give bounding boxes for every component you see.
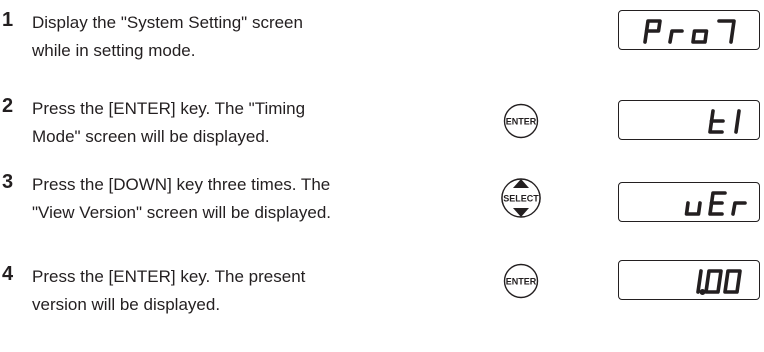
step-text-line: Display the "System Setting" screen [32,13,303,32]
step-text-line: "View Version" screen will be displayed. [32,203,332,222]
step-text-line: Press the [ENTER] key. The "Timing [32,99,306,118]
lcd-readout [696,269,742,295]
lcd-readout [643,19,736,44]
step-number: 4 [2,263,14,285]
select-key-label: SELECT [503,194,539,204]
lcd-display [618,182,760,222]
step-text-line: version will be displayed. [32,295,221,314]
step-text: Display the "System Setting" screen whil… [32,9,452,65]
enter-key-label: ENTER [506,117,537,127]
lcd-display [618,100,760,140]
enter-key-icon: ENTER [503,263,539,299]
enter-key-icon: ENTER [503,103,539,139]
step-number: 1 [2,9,14,31]
lcd-display [618,10,760,50]
step-3: 3 Press the [DOWN] key three times. The … [0,170,764,240]
step-text-line: Press the [DOWN] key three times. The [32,175,331,194]
step-text-line: Mode" screen will be displayed. [32,127,270,146]
step-1: 1 Display the "System Setting" screen wh… [0,8,764,78]
step-text-line: while in setting mode. [32,41,196,60]
lcd-readout [708,109,741,134]
lcd-display [618,260,760,300]
enter-key-label: ENTER [506,277,537,287]
step-2: 2 Press the [ENTER] key. The "Timing Mod… [0,94,764,164]
step-4: 4 Press the [ENTER] key. The present ver… [0,260,764,332]
step-number: 2 [2,95,14,117]
step-text: Press the [ENTER] key. The present versi… [32,263,452,319]
step-text: Press the [ENTER] key. The "Timing Mode"… [32,95,452,151]
step-text-line: Press the [ENTER] key. The present [32,267,306,286]
step-number: 3 [2,171,14,193]
step-text: Press the [DOWN] key three times. The "V… [32,171,452,227]
select-key-icon: SELECT [501,178,541,218]
lcd-readout [684,191,747,216]
